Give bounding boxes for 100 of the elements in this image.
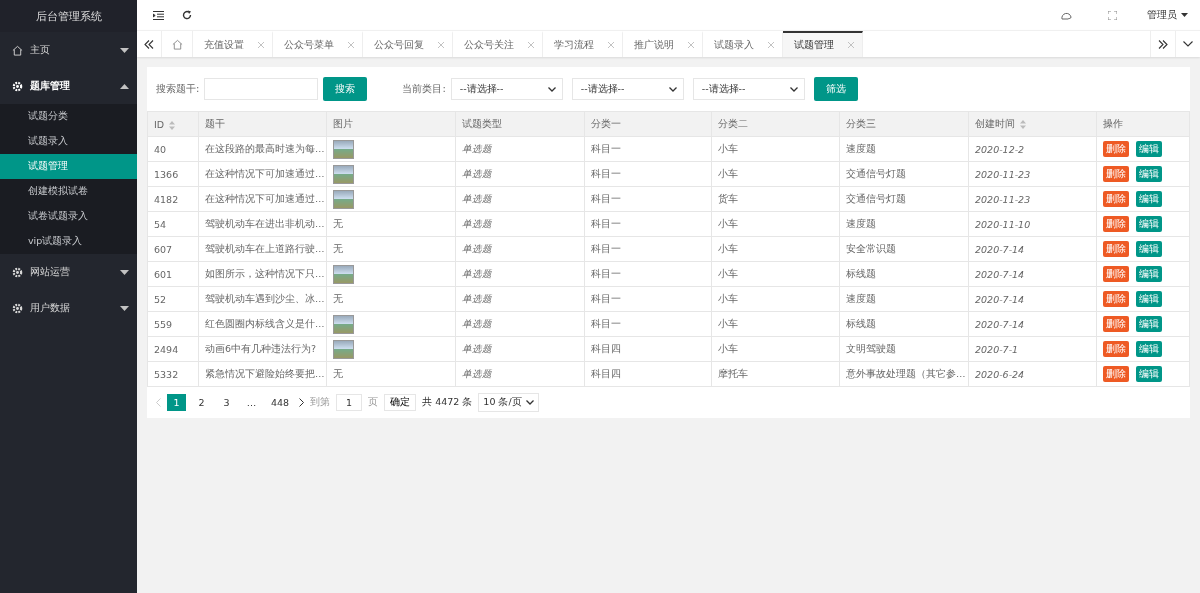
page-button[interactable]: 2 bbox=[192, 394, 211, 411]
chevron-down-icon bbox=[547, 86, 556, 92]
delete-button[interactable]: 删除 bbox=[1103, 241, 1129, 257]
sidebar-item[interactable]: 创建模拟试卷 bbox=[0, 179, 137, 204]
table-cell: 标线题 bbox=[839, 311, 969, 337]
table-cell: 摩托车 bbox=[711, 361, 840, 387]
double-chevron-right-icon[interactable] bbox=[1158, 39, 1168, 49]
table-cell: 交通信号灯题 bbox=[839, 186, 969, 212]
category-select[interactable]: --请选择-- bbox=[692, 78, 805, 100]
page-size-select[interactable]: 10 条/页 bbox=[478, 393, 539, 412]
home-icon[interactable] bbox=[171, 38, 183, 50]
close-icon[interactable] bbox=[688, 42, 694, 48]
chevron-down-icon[interactable] bbox=[1183, 41, 1193, 47]
table-cell: 速度题 bbox=[839, 211, 969, 237]
delete-button[interactable]: 删除 bbox=[1103, 191, 1129, 207]
column-header: 操作 bbox=[1096, 111, 1190, 137]
table-cell: 小车 bbox=[711, 161, 840, 187]
table-cell: 2020-7-14 bbox=[968, 286, 1097, 312]
table-cell: 科目一 bbox=[584, 136, 712, 162]
page-input[interactable]: 1 bbox=[336, 394, 363, 411]
edit-button[interactable]: 编辑 bbox=[1136, 241, 1162, 257]
sidebar-group[interactable]: 用户数据 bbox=[0, 290, 137, 326]
table-cell: 小车 bbox=[711, 336, 840, 362]
delete-button[interactable]: 删除 bbox=[1103, 366, 1129, 382]
close-icon[interactable] bbox=[348, 42, 354, 48]
delete-button[interactable]: 删除 bbox=[1103, 141, 1129, 157]
photo-placeholder bbox=[333, 189, 354, 209]
close-icon[interactable] bbox=[608, 42, 614, 48]
sidebar-item[interactable]: 试卷试题录入 bbox=[0, 204, 137, 229]
delete-button[interactable]: 删除 bbox=[1103, 166, 1129, 182]
tab[interactable]: 推广说明 bbox=[623, 31, 703, 57]
search-field[interactable] bbox=[204, 78, 319, 100]
delete-button[interactable]: 删除 bbox=[1103, 291, 1129, 307]
close-icon[interactable] bbox=[528, 42, 534, 48]
chevron-right-icon[interactable] bbox=[299, 398, 305, 407]
edit-button[interactable]: 编辑 bbox=[1136, 366, 1162, 382]
page-button[interactable]: 3 bbox=[217, 394, 236, 411]
chevron-down-icon bbox=[525, 400, 534, 405]
column-header[interactable]: ID bbox=[147, 111, 199, 137]
edit-button[interactable]: 编辑 bbox=[1136, 191, 1162, 207]
delete-button[interactable]: 删除 bbox=[1103, 216, 1129, 232]
table-cell: 4182 bbox=[147, 186, 199, 212]
tab[interactable]: 公众号关注 bbox=[453, 31, 543, 57]
gear-icon bbox=[12, 302, 23, 314]
filter-button[interactable]: 筛选 bbox=[813, 77, 858, 101]
column-header[interactable]: 创建时间 bbox=[968, 111, 1097, 137]
refresh-icon[interactable] bbox=[182, 10, 192, 20]
table-cell: 单选题 bbox=[455, 186, 585, 212]
table-cell: 607 bbox=[147, 236, 199, 262]
tab[interactable]: 学习流程 bbox=[543, 31, 623, 57]
table-cell: 54 bbox=[147, 211, 199, 237]
sidebar-group[interactable]: 主页 bbox=[0, 32, 137, 68]
tab[interactable]: 公众号回复 bbox=[363, 31, 453, 57]
sidebar-group[interactable]: 题库管理 bbox=[0, 68, 137, 104]
sort-icon[interactable] bbox=[1020, 119, 1026, 129]
confirm-button[interactable]: 确定 bbox=[384, 394, 417, 411]
page-button[interactable]: 1 bbox=[167, 394, 186, 411]
edit-button[interactable]: 编辑 bbox=[1136, 341, 1162, 357]
delete-button[interactable]: 删除 bbox=[1103, 266, 1129, 282]
sidebar-group[interactable]: 网站运营 bbox=[0, 254, 137, 290]
fullscreen-icon[interactable] bbox=[1108, 10, 1117, 20]
table-cell: 科目一 bbox=[584, 161, 712, 187]
category-select[interactable]: --请选择-- bbox=[571, 78, 684, 100]
table-cell: 安全常识题 bbox=[839, 236, 969, 262]
sidebar-item[interactable]: 试题录入 bbox=[0, 129, 137, 154]
sort-icon[interactable] bbox=[169, 120, 176, 130]
tab[interactable]: 试题管理 bbox=[783, 31, 863, 57]
edit-button[interactable]: 编辑 bbox=[1136, 291, 1162, 307]
search-button[interactable]: 搜索 bbox=[323, 77, 368, 101]
sidebar-item[interactable]: 试题管理 bbox=[0, 154, 137, 179]
edit-button[interactable]: 编辑 bbox=[1136, 141, 1162, 157]
close-icon[interactable] bbox=[768, 42, 774, 48]
edit-button[interactable]: 编辑 bbox=[1136, 216, 1162, 232]
close-icon[interactable] bbox=[258, 42, 264, 48]
page-button[interactable]: 448 bbox=[267, 394, 294, 411]
delete-button[interactable]: 删除 bbox=[1103, 341, 1129, 357]
table-cell: 单选题 bbox=[455, 236, 585, 262]
table-cell: 2020-7-1 bbox=[968, 336, 1097, 362]
table-cell: 2494 bbox=[147, 336, 199, 362]
table-cell: 驾驶机动车在进出非机动… bbox=[198, 211, 327, 237]
tab[interactable]: 充值设置 bbox=[193, 31, 273, 57]
table-cell: 5332 bbox=[147, 361, 199, 387]
close-icon[interactable] bbox=[848, 42, 854, 48]
edit-button[interactable]: 编辑 bbox=[1136, 166, 1162, 182]
delete-button[interactable]: 删除 bbox=[1103, 316, 1129, 332]
menu-icon[interactable] bbox=[153, 10, 164, 20]
edit-button[interactable]: 编辑 bbox=[1136, 316, 1162, 332]
user-menu[interactable]: 管理员 bbox=[1147, 8, 1177, 22]
category-select[interactable]: --请选择-- bbox=[450, 78, 563, 100]
chevron-left-icon[interactable] bbox=[156, 398, 161, 407]
tab[interactable]: 公众号菜单 bbox=[273, 31, 363, 57]
close-icon[interactable] bbox=[438, 42, 444, 48]
sidebar-item[interactable]: vip试题录入 bbox=[0, 229, 137, 254]
sidebar-item[interactable]: 试题分类 bbox=[0, 104, 137, 129]
table-cell: 无 bbox=[326, 361, 456, 387]
double-chevron-left-icon[interactable] bbox=[144, 39, 154, 49]
table-cell: 科目一 bbox=[584, 311, 712, 337]
edit-button[interactable]: 编辑 bbox=[1136, 266, 1162, 282]
column-header: 分类三 bbox=[839, 111, 969, 137]
page-button[interactable]: … bbox=[242, 394, 261, 411]
